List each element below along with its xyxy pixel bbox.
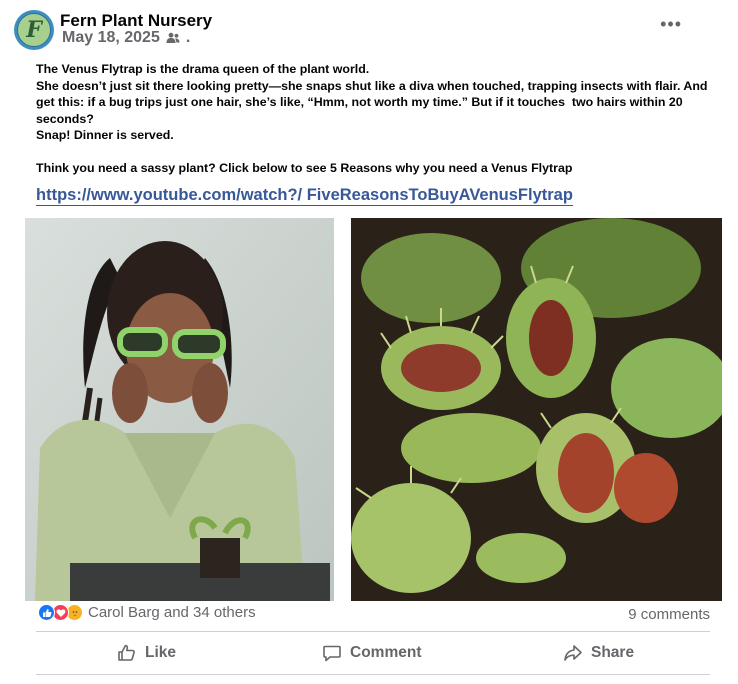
like-label: Like [145, 644, 177, 661]
post-date[interactable]: May 18, 2025 [62, 29, 160, 47]
comment-label: Comment [350, 644, 422, 661]
page-avatar[interactable]: F [14, 10, 54, 50]
divider [36, 631, 710, 632]
photo-venus-flytraps[interactable] [351, 218, 722, 601]
post-cta-text: Think you need a sassy plant? Click belo… [36, 160, 573, 175]
reactions-summary[interactable]: Carol Barg and 34 others [38, 604, 256, 621]
share-arrow-icon [564, 645, 582, 661]
meta-dot: . [185, 29, 191, 46]
like-reaction-icon [38, 604, 55, 621]
friends-audience-icon[interactable] [166, 32, 180, 44]
youtube-link[interactable]: https://www.youtube.com/watch?/ FiveReas… [36, 186, 573, 206]
post-text-line: Snap! Dinner is served. [36, 128, 174, 142]
share-button[interactable]: Share [563, 643, 634, 663]
thumbs-up-icon [118, 644, 135, 661]
avatar-letter: F [26, 17, 42, 43]
facebook-post: F Fern Plant Nursery May 18, 2025 . ••• … [0, 0, 738, 684]
flytrap-photo-illustration [351, 218, 722, 601]
more-options-icon[interactable]: ••• [660, 14, 682, 35]
post-text-line: She doesn’t just sit there looking prett… [36, 78, 711, 126]
woman-photo-illustration [25, 218, 334, 601]
post-meta: May 18, 2025 . [62, 29, 190, 47]
avatar-logo: F [17, 13, 51, 47]
post-text: The Venus Flytrap is the drama queen of … [36, 61, 726, 176]
comment-bubble-icon [323, 645, 341, 662]
post-text-line: The Venus Flytrap is the drama queen of … [36, 62, 370, 76]
like-button[interactable]: Like [117, 643, 176, 663]
page-name[interactable]: Fern Plant Nursery [60, 11, 212, 31]
photo-woman-with-flytrap[interactable] [25, 218, 334, 601]
comment-button[interactable]: Comment [322, 643, 421, 663]
share-label: Share [591, 644, 635, 661]
comments-count[interactable]: 9 comments [628, 606, 710, 623]
divider [36, 674, 710, 675]
reactions-label[interactable]: Carol Barg and 34 others [88, 604, 256, 621]
